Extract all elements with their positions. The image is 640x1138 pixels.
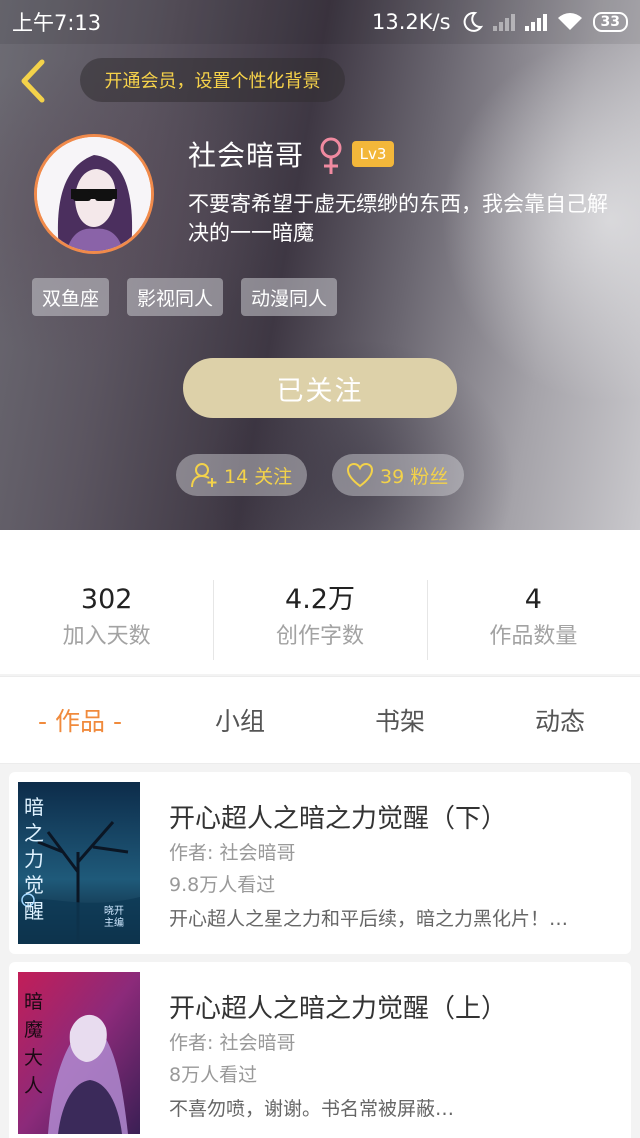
cover-subtitle: 晓开 主编 (104, 906, 124, 929)
work-views: 8万人看过 (169, 1064, 258, 1086)
profile-stats: 302 加入天数 4.2万 创作字数 4 作品数量 (0, 560, 640, 674)
tag-item[interactable]: 动漫同人 (241, 278, 338, 316)
work-views: 9.8万人看过 (169, 874, 276, 896)
tab-activity[interactable]: 动态 (480, 702, 640, 738)
network-speed: 13.2K/s (371, 10, 451, 34)
level-badge: Lv3 (352, 141, 394, 167)
stat-label: 创作字数 (275, 624, 364, 649)
work-card[interactable]: 暗魔大人 开心超人之暗之力觉醒（上） 作者: 社会暗哥 8万人看过 不喜勿喷，谢… (9, 962, 631, 1138)
profile-signature: 不要寄希望于虚无缥缈的东西，我会靠自己解决的一一暗魔 (188, 192, 608, 245)
status-icons: 13.2K/s 33 (372, 10, 628, 34)
work-author: 作者: 社会暗哥 (169, 1032, 296, 1054)
stat-works-count: 4 作品数量 (426, 580, 640, 660)
stat-value: 302 (80, 584, 133, 615)
work-cover[interactable]: 暗之力觉醒 晓开 主编 (18, 782, 140, 944)
tab-works[interactable]: - 作品 - (0, 702, 160, 738)
tag-item[interactable]: 影视同人 (127, 278, 224, 316)
profile-tabs: - 作品 - 小组 书架 动态 (0, 676, 640, 764)
signal-icon (524, 13, 547, 31)
stat-join-days: 302 加入天数 (0, 580, 213, 654)
tab-bookshelf[interactable]: 书架 (320, 702, 480, 738)
cover-title: 暗魔大人 (24, 991, 44, 1097)
stat-label: 加入天数 (62, 624, 151, 649)
moon-icon (463, 11, 483, 32)
add-user-icon (191, 463, 217, 488)
work-title[interactable]: 开心超人之暗之力觉醒（上） (169, 988, 507, 1025)
stat-value: 4.2万 (285, 584, 355, 615)
following-button[interactable]: 14 关注 (176, 454, 307, 496)
tab-groups[interactable]: 小组 (160, 702, 320, 738)
section-spacer (0, 530, 640, 560)
female-icon (320, 137, 342, 174)
work-description: 开心超人之星之力和平后续，暗之力黑化片！… (169, 908, 569, 930)
stat-value: 4 (524, 584, 542, 615)
profile-tags: 双鱼座 影视同人 动漫同人 (32, 278, 338, 316)
avatar[interactable] (34, 134, 154, 254)
stat-word-count: 4.2万 创作字数 (213, 580, 426, 660)
work-author: 作者: 社会暗哥 (169, 842, 296, 864)
work-title[interactable]: 开心超人之暗之力觉醒（下） (169, 798, 507, 835)
follow-button[interactable]: 已关注 (183, 358, 457, 418)
status-time: 上午7:13 (12, 11, 102, 35)
work-cover[interactable]: 暗魔大人 (18, 972, 140, 1134)
signal-icon (492, 13, 515, 31)
work-description: 不喜勿喷，谢谢。书名常被屏蔽… (169, 1098, 455, 1120)
work-card[interactable]: 暗之力觉醒 晓开 主编 开心超人之暗之力觉醒（下） 作者: 社会暗哥 9.8万人… (9, 772, 631, 954)
followers-count: 39 粉丝 (380, 465, 449, 488)
battery-icon: 33 (592, 12, 628, 32)
status-bar: 上午7:13 13.2K/s 33 (0, 0, 640, 44)
profile-header: 上午7:13 13.2K/s 33 开通会员，设置个性化背景 社会暗哥 Lv3 … (0, 0, 640, 530)
following-count: 14 关注 (224, 465, 293, 488)
heart-icon (346, 462, 374, 488)
vip-background-prompt[interactable]: 开通会员，设置个性化背景 (80, 58, 345, 102)
cover-title: 暗之力觉醒 (24, 795, 44, 923)
wifi-icon (557, 13, 582, 30)
stat-label: 作品数量 (489, 624, 578, 649)
tag-item[interactable]: 双鱼座 (32, 278, 110, 316)
chevron-left-icon[interactable] (14, 56, 54, 106)
followers-button[interactable]: 39 粉丝 (332, 454, 464, 496)
username: 社会暗哥 (188, 139, 305, 172)
avatar-image (37, 137, 151, 251)
